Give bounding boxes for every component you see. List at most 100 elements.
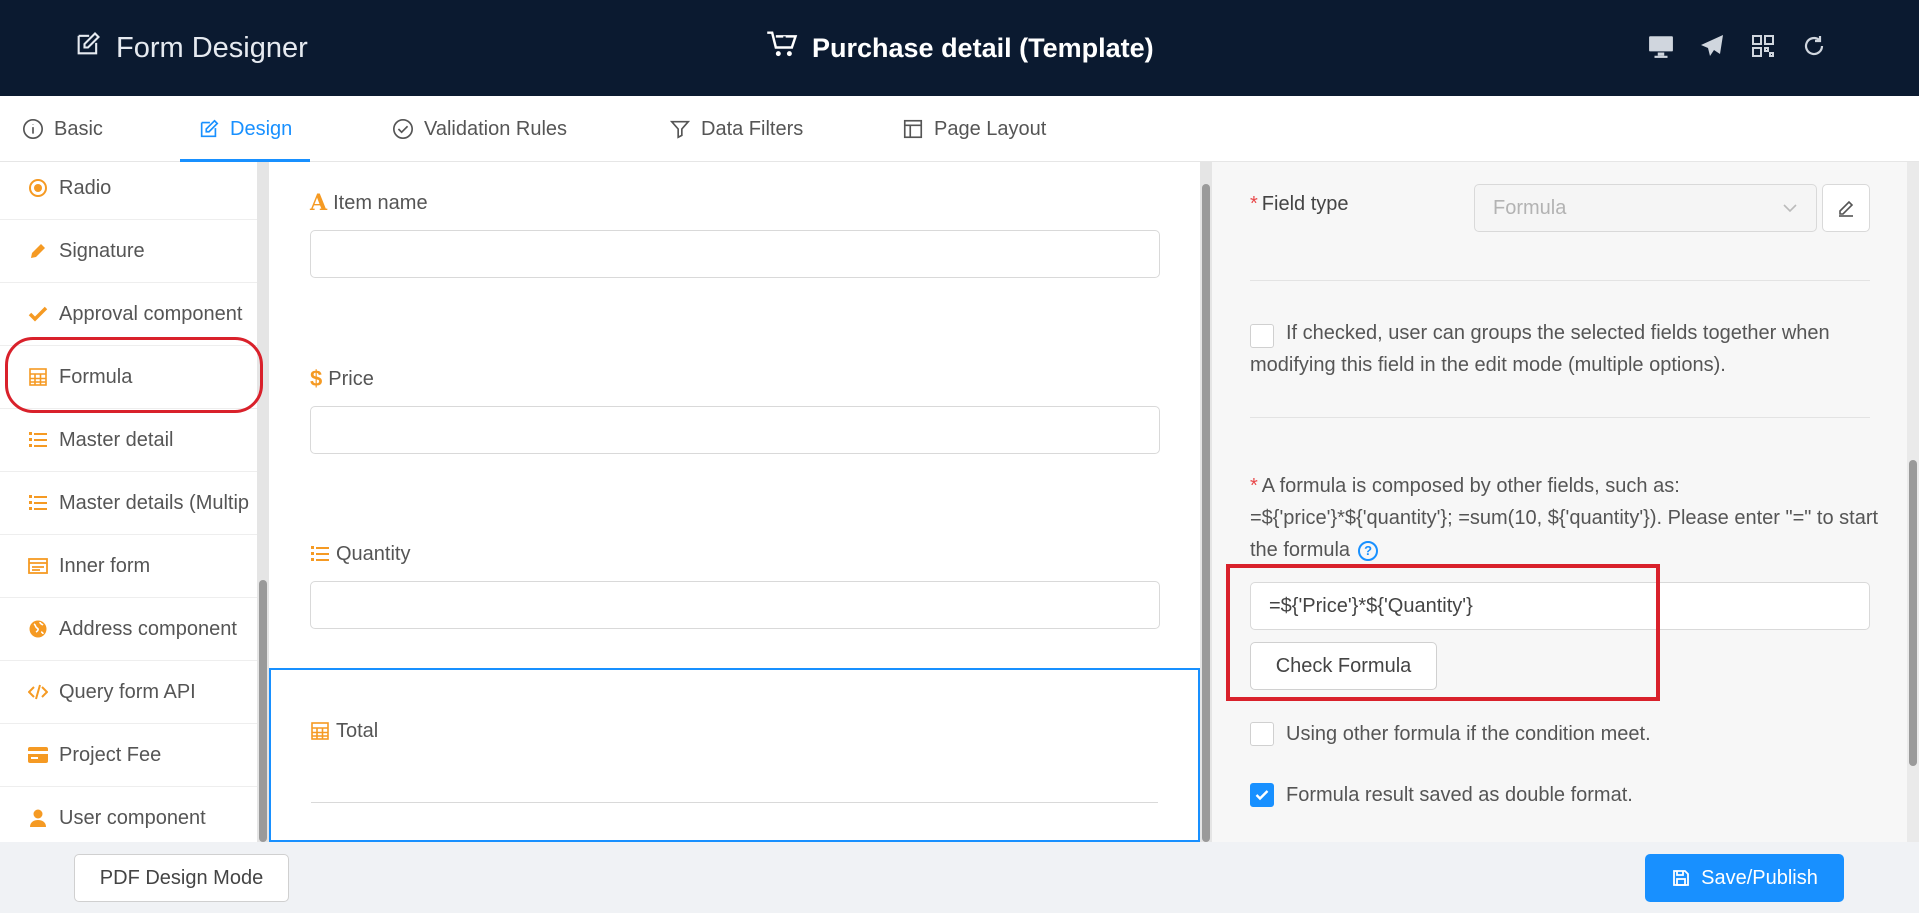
- properties-panel: * Field type Formula If checked, user can…: [1212, 162, 1919, 842]
- quantity-input[interactable]: [310, 581, 1160, 629]
- form-icon: [27, 555, 49, 577]
- component-label: Project Fee: [59, 743, 162, 766]
- save-publish-button[interactable]: Save/Publish: [1645, 854, 1844, 902]
- component-label: Signature: [59, 239, 145, 262]
- tab-page-layout[interactable]: Page Layout: [902, 96, 1046, 162]
- field-label-text: Item name: [333, 191, 428, 214]
- tab-validation-rules[interactable]: Validation Rules: [392, 96, 567, 162]
- calculator-icon: [310, 721, 330, 741]
- component-query-form-api[interactable]: Query form API: [0, 661, 257, 724]
- tab-label: Design: [230, 117, 293, 140]
- other-formula-checkbox[interactable]: [1250, 722, 1274, 746]
- header-tools: [1647, 32, 1827, 59]
- tab-label: Basic: [54, 117, 103, 140]
- canvas-scrollbar[interactable]: [1200, 162, 1212, 842]
- footer-bar: PDF Design Mode Save/Publish: [0, 842, 1919, 913]
- group-fields-text: If checked, user can groups the selected…: [1250, 322, 1830, 376]
- check-formula-button[interactable]: Check Formula: [1250, 642, 1437, 690]
- component-inner-form[interactable]: Inner form: [0, 535, 257, 598]
- scrollbar-thumb[interactable]: [259, 580, 267, 842]
- globe-icon: [27, 618, 49, 640]
- field-price[interactable]: $ Price: [310, 364, 1160, 454]
- field-type-select[interactable]: Formula: [1474, 184, 1817, 232]
- component-formula[interactable]: Formula: [0, 346, 257, 409]
- tab-label: Validation Rules: [424, 117, 568, 140]
- code-icon: [27, 681, 49, 703]
- field-quantity[interactable]: Quantity: [310, 539, 1160, 629]
- component-master-detail[interactable]: Master detail: [0, 409, 257, 472]
- tab-label: Data Filters: [701, 117, 804, 140]
- component-label: Master detail: [59, 428, 174, 451]
- brand-label: Form Designer: [116, 31, 308, 64]
- tab-bar: Basic Design Validation Rules Data Filte…: [0, 96, 1919, 162]
- save-icon: [1673, 870, 1690, 886]
- component-label: Query form API: [59, 680, 196, 703]
- card-icon: [27, 744, 49, 766]
- qrcode-icon[interactable]: [1749, 32, 1776, 59]
- component-approval[interactable]: Approval component: [0, 283, 257, 346]
- formula-value: =${'Price'}*${'Quantity'}: [1269, 594, 1473, 617]
- field-label-text: Price: [328, 367, 374, 390]
- pdf-design-mode-button[interactable]: PDF Design Mode: [74, 854, 289, 902]
- field-label: $ Price: [310, 364, 1160, 394]
- formula-input[interactable]: =${'Price'}*${'Quantity'}: [1250, 582, 1870, 630]
- component-radio[interactable]: Radio: [0, 162, 257, 220]
- field-type-edit-button[interactable]: [1822, 184, 1870, 232]
- component-master-details-multiple[interactable]: Master details (Multip: [0, 472, 257, 535]
- component-signature[interactable]: Signature: [0, 220, 257, 283]
- divider: [1250, 280, 1870, 281]
- component-project-fee[interactable]: Project Fee: [0, 724, 257, 787]
- field-label-text: Total: [336, 719, 379, 742]
- help-icon[interactable]: ?: [1358, 540, 1379, 561]
- list-icon: [27, 429, 49, 451]
- field-label-text: Quantity: [336, 542, 411, 565]
- double-format-checkbox[interactable]: [1250, 783, 1274, 807]
- pen-icon: [27, 240, 49, 262]
- refresh-icon[interactable]: [1800, 32, 1827, 59]
- double-format-text: Formula result saved as double format.: [1286, 784, 1633, 806]
- send-icon[interactable]: [1698, 32, 1725, 59]
- user-icon: [27, 807, 49, 829]
- text-icon: A: [310, 190, 328, 216]
- field-item-name[interactable]: A Item name: [310, 188, 1160, 278]
- field-total-selected[interactable]: Total: [269, 668, 1200, 842]
- field-label: Quantity: [310, 539, 1160, 569]
- form-canvas: A Item name $ Price Quantity Total: [269, 162, 1200, 842]
- scrollbar-thumb[interactable]: [1909, 460, 1917, 766]
- brand: Form Designer: [74, 30, 308, 66]
- chevron-down-icon: [1782, 199, 1798, 222]
- radio-icon: [27, 177, 49, 199]
- scrollbar-thumb[interactable]: [1202, 184, 1210, 842]
- component-label: Address component: [59, 617, 237, 640]
- cart-icon: [766, 30, 798, 67]
- save-publish-label: Save/Publish: [1701, 866, 1818, 889]
- total-underline: [311, 802, 1158, 803]
- formula-hint: * A formula is composed by other fields, …: [1250, 475, 1879, 561]
- component-label: User component: [59, 806, 206, 829]
- check-circle-icon: [393, 119, 413, 139]
- filter-icon: [669, 120, 691, 139]
- tab-design[interactable]: Design: [179, 96, 311, 162]
- field-type-value: Formula: [1493, 196, 1567, 219]
- desktop-icon[interactable]: [1647, 32, 1674, 59]
- price-input[interactable]: [310, 406, 1160, 454]
- field-label: A Item name: [310, 188, 1160, 218]
- calculator-icon: [27, 366, 49, 388]
- tab-basic[interactable]: Basic: [22, 96, 103, 162]
- component-label: Approval component: [59, 302, 243, 325]
- field-type-label-text: Field type: [1261, 193, 1349, 215]
- field-label: Total: [310, 716, 1160, 746]
- edit-icon: [1839, 200, 1854, 217]
- component-list-scrollbar[interactable]: [257, 162, 269, 842]
- edit-square-icon: [74, 30, 102, 66]
- formula-hint-text: A formula is composed by other fields, s…: [1250, 475, 1879, 561]
- component-user[interactable]: User component: [0, 787, 257, 842]
- item-name-input[interactable]: [310, 230, 1160, 278]
- properties-scrollbar[interactable]: [1907, 162, 1919, 842]
- tab-data-filters[interactable]: Data Filters: [669, 96, 803, 162]
- field-total: Total: [310, 716, 1160, 746]
- component-label: Formula: [59, 365, 133, 388]
- page-title: Purchase detail (Template): [766, 30, 1154, 67]
- component-address[interactable]: Address component: [0, 598, 257, 661]
- app-header: Form Designer Purchase detail (Template): [0, 0, 1919, 96]
